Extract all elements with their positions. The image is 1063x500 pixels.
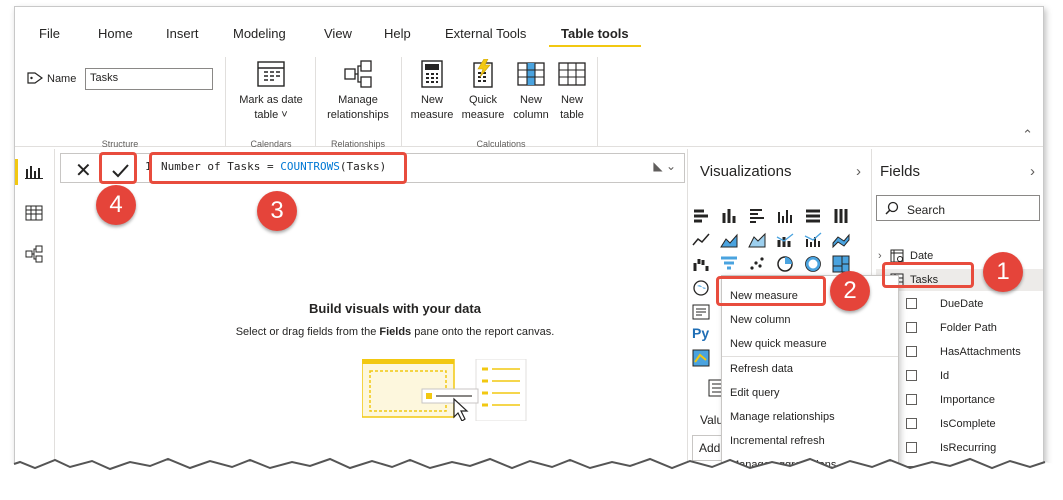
card-icon <box>692 304 710 320</box>
table-name-input[interactable]: Tasks <box>85 68 213 90</box>
table-icon <box>558 62 586 86</box>
empty-canvas-message: Build visuals with your data Select or d… <box>215 301 575 338</box>
highlight-commit-button <box>99 152 137 184</box>
tag-icon <box>27 71 44 88</box>
view-rail <box>15 149 55 473</box>
ribbon-divider <box>597 57 598 147</box>
cancel-formula-icon[interactable]: ✕ <box>75 158 92 183</box>
fields-title: Fields <box>880 163 921 180</box>
menu-item-new-quick-measure[interactable]: New quick measure <box>730 338 827 350</box>
new-measure-button[interactable]: New measure <box>409 59 455 123</box>
menu-divider <box>722 356 898 357</box>
manage-relationships-button[interactable]: Manage relationships <box>321 59 395 123</box>
waterfall-chart-icon <box>693 259 709 271</box>
field-checkbox[interactable] <box>906 418 917 429</box>
menu-item-edit-query[interactable]: Edit query <box>730 387 780 399</box>
stacked-bar-chart-icon <box>694 209 708 223</box>
new-column-button[interactable]: New column <box>509 59 553 123</box>
line-chart-icon <box>692 233 710 246</box>
donut-chart-icon <box>805 256 821 272</box>
area-chart-icon <box>720 233 738 248</box>
stacked-area-chart-icon <box>748 232 766 248</box>
chevron-right-icon: › <box>878 250 882 262</box>
calendar-icon <box>257 61 285 87</box>
group-calculations-label: Calculations <box>476 139 526 149</box>
tab-insert[interactable]: Insert <box>166 21 199 47</box>
group-calendars-label: Calendars <box>250 139 292 149</box>
scatter-chart-icon <box>750 257 764 270</box>
ribbon-tabs: File Home Insert Modeling View Help Exte… <box>15 21 1043 47</box>
chevron-right-icon[interactable]: › <box>856 163 861 180</box>
highlight-formula <box>149 152 407 184</box>
menu-item-new-column[interactable]: New column <box>730 314 791 326</box>
pie-chart-icon <box>777 256 793 272</box>
step-badge-2: 2 <box>830 271 870 311</box>
visualizations-title: Visualizations <box>700 163 792 180</box>
drag-fields-illustration <box>361 358 528 424</box>
tab-file[interactable]: File <box>39 21 60 47</box>
tab-home[interactable]: Home <box>98 21 133 47</box>
model-view-icon[interactable] <box>25 245 43 266</box>
100-percent-column-chart-icon <box>834 209 848 223</box>
canvas-subtitle: Select or drag fields from the Fields pa… <box>235 326 555 338</box>
step-badge-4: 4 <box>96 185 136 225</box>
menu-item-refresh-data[interactable]: Refresh data <box>730 363 793 375</box>
group-relationships-label: Relationships <box>330 139 386 149</box>
arcgis-map-icon <box>692 349 710 367</box>
funnel-chart-icon <box>721 256 737 270</box>
fields-search-input[interactable]: Search <box>876 195 1040 221</box>
ribbon-divider <box>225 57 226 147</box>
quick-measure-button[interactable]: Quick measure <box>459 59 507 123</box>
step-badge-1: 1 <box>983 252 1023 292</box>
field-checkbox[interactable] <box>906 394 917 405</box>
field-checkbox[interactable] <box>906 370 917 381</box>
field-checkbox[interactable] <box>906 322 917 333</box>
map-icon <box>693 280 709 296</box>
stacked-column-chart-icon <box>722 209 736 223</box>
tab-external-tools[interactable]: External Tools <box>445 21 526 47</box>
ribbon-chart-icon <box>832 233 850 249</box>
ribbon: Name Tasks Structure Mark as date table … <box>15 47 1043 149</box>
ribbon-divider <box>401 57 402 147</box>
tab-help[interactable]: Help <box>384 21 411 47</box>
new-table-button[interactable]: New table <box>553 59 591 123</box>
ribbon-divider <box>315 57 316 147</box>
group-structure-label: Structure <box>101 139 139 149</box>
quick-calculator-icon <box>473 59 493 88</box>
relationships-icon <box>344 60 372 88</box>
tab-table-tools[interactable]: Table tools <box>549 21 641 47</box>
step-badge-3: 3 <box>257 191 297 231</box>
active-view-indicator <box>15 159 18 185</box>
canvas-title: Build visuals with your data <box>309 301 481 316</box>
line-and-clustered-column-icon <box>804 232 822 247</box>
clustered-column-chart-icon <box>778 210 792 223</box>
field-checkbox[interactable] <box>906 298 917 309</box>
calculator-icon <box>421 60 443 88</box>
highlight-new-measure <box>716 276 826 306</box>
python-visual-label[interactable]: Py <box>692 325 709 341</box>
highlight-tasks-table <box>882 262 974 288</box>
clustered-bar-chart-icon <box>750 209 764 223</box>
100-percent-bar-chart-icon <box>806 209 820 223</box>
column-icon <box>517 62 545 86</box>
values-label: Valu <box>700 413 724 427</box>
report-view-icon[interactable] <box>25 163 43 182</box>
data-view-icon[interactable] <box>25 205 43 224</box>
expand-formula-icon[interactable]: ◣ ⌄ <box>653 159 676 173</box>
collapse-ribbon-icon[interactable]: ⌃ <box>1022 127 1033 143</box>
tab-view[interactable]: View <box>324 21 352 47</box>
chevron-right-icon[interactable]: › <box>1030 163 1035 180</box>
field-checkbox[interactable] <box>906 346 917 357</box>
menu-item-manage-relationships[interactable]: Manage relationships <box>730 411 835 423</box>
name-label: Name <box>47 73 77 85</box>
search-icon <box>885 201 899 215</box>
mark-as-date-table-button[interactable]: Mark as date table ˅ <box>233 59 309 123</box>
power-bi-window: File Home Insert Modeling View Help Exte… <box>14 6 1044 474</box>
tab-modeling[interactable]: Modeling <box>233 21 286 47</box>
line-and-column-chart-icon <box>776 233 794 247</box>
torn-edge-decoration <box>0 457 1063 500</box>
date-table-icon <box>890 249 904 263</box>
